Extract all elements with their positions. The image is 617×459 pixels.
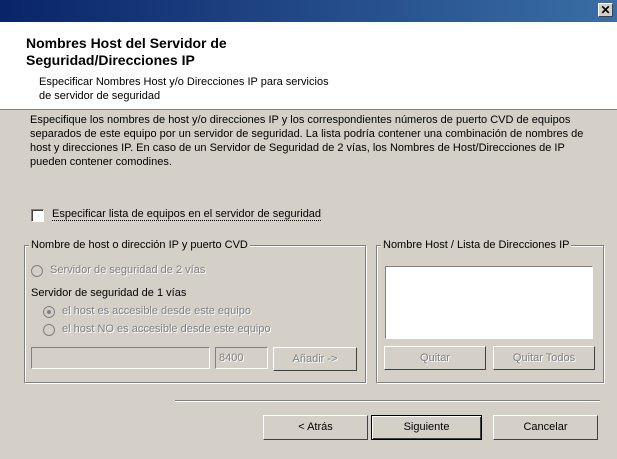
- radio-2way-label: Servidor de seguridad de 2 vías: [50, 264, 206, 276]
- remove-button[interactable]: Quitar: [384, 346, 486, 370]
- port-input[interactable]: 8400: [215, 347, 268, 369]
- add-button[interactable]: Añadir ->: [273, 347, 357, 371]
- specify-list-checkbox[interactable]: [31, 209, 44, 222]
- remove-all-button[interactable]: Quitar Todos: [493, 346, 595, 370]
- list-group-label: Nombre Host / Lista de Direcciones IP: [381, 239, 572, 252]
- radio-not-accessible[interactable]: [43, 324, 55, 336]
- footer-separator: [175, 400, 600, 402]
- cancel-button[interactable]: Cancelar: [493, 415, 598, 440]
- radio-not-accessible-label: el host NO es accesible desde este equip…: [62, 323, 271, 335]
- title-bar: ✕: [0, 0, 617, 22]
- close-button[interactable]: ✕: [598, 3, 613, 17]
- next-button[interactable]: Siguiente: [371, 415, 482, 440]
- wizard-header: Nombres Host del Servidor de Seguridad/D…: [0, 22, 617, 110]
- radio-2way[interactable]: [31, 265, 43, 277]
- back-button[interactable]: < Atrás: [263, 415, 368, 440]
- page-title: Nombres Host del Servidor de Seguridad/D…: [26, 35, 227, 68]
- radio-accessible-label: el host es accesible desde este equipo: [62, 305, 251, 317]
- page-subtitle: Especificar Nombres Host y/o Direcciones…: [39, 76, 329, 102]
- specify-list-label[interactable]: Especificar lista de equipos en el servi…: [52, 208, 322, 221]
- one-way-label: Servidor de seguridad de 1 vías: [31, 287, 187, 299]
- radio-accessible[interactable]: [43, 306, 55, 318]
- close-icon: ✕: [600, 3, 611, 17]
- host-group-label: Nombre de host o dirección IP y puerto C…: [29, 239, 250, 252]
- description-text: Especifique los nombres de host y/o dire…: [30, 114, 584, 168]
- host-input[interactable]: [31, 347, 210, 369]
- host-list[interactable]: [385, 266, 593, 339]
